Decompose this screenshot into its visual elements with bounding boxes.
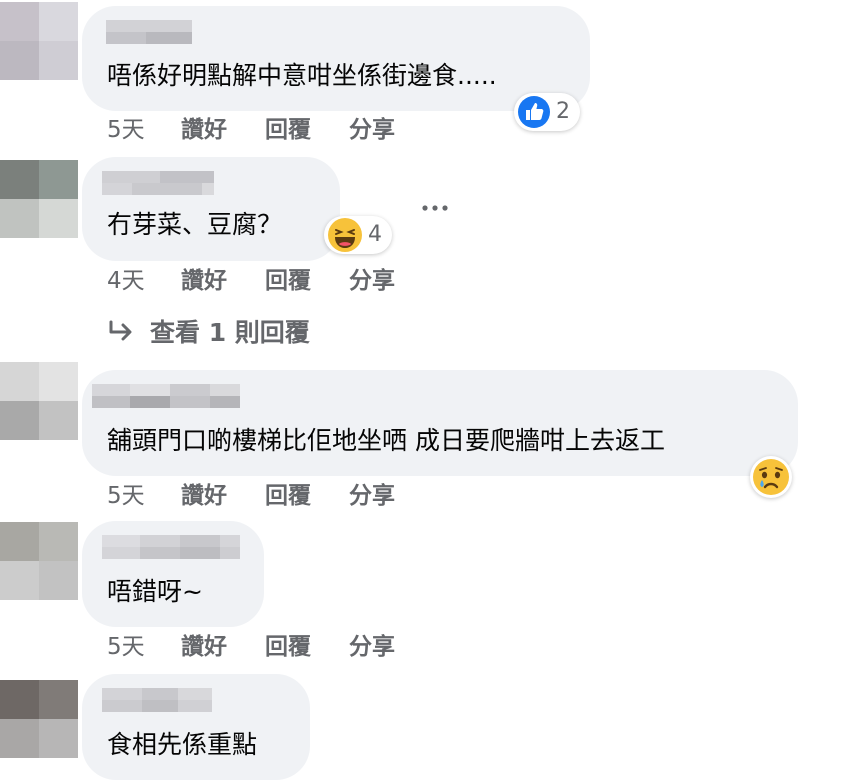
view-replies-label: 查看 1 則回覆 [150,318,310,347]
reply-arrow-icon [109,320,132,341]
reply-button[interactable]: 回覆 [265,266,311,296]
reaction-summary[interactable]: 2 [514,93,580,131]
like-button[interactable]: 讚好 [181,266,227,296]
commenter-name-blurred[interactable] [92,384,240,408]
comment-bubble: 唔係好明點解中意咁坐係街邊食..... [82,6,590,111]
comment-text: 冇芽菜、豆腐？ [107,210,283,239]
timestamp[interactable]: 5天 [107,632,145,662]
comment-text: 舖頭門口啲樓梯比佢地坐哂 成日要爬牆咁上去返工 [107,426,665,455]
reply-button[interactable]: 回覆 [265,481,311,511]
comment-bubble: 唔錯呀~ [82,521,264,627]
like-button[interactable]: 讚好 [181,115,227,145]
share-button[interactable]: 分享 [349,481,395,511]
reaction-summary[interactable]: 4 [324,216,392,254]
comment-bubble: 冇芽菜、豆腐？ [82,157,340,261]
sad-icon [753,459,789,495]
like-button[interactable]: 讚好 [181,481,227,511]
reply-button[interactable]: 回覆 [265,115,311,145]
share-button[interactable]: 分享 [349,115,395,145]
commenter-name-blurred[interactable] [102,171,214,195]
more-horizontal-icon [422,205,448,211]
avatar[interactable] [0,362,78,440]
timestamp[interactable]: 5天 [107,481,145,511]
reaction-summary[interactable] [750,456,792,498]
share-button[interactable]: 分享 [349,632,395,662]
comment-text: 唔係好明點解中意咁坐係街邊食..... [107,61,497,90]
reaction-count: 2 [556,99,570,124]
avatar[interactable] [0,522,78,600]
like-icon [518,96,550,128]
comment-text: 食相先係重點 [107,730,258,759]
avatar[interactable] [0,160,78,238]
reply-button[interactable]: 回覆 [265,632,311,662]
comment-bubble: 食相先係重點 [82,674,310,780]
avatar[interactable] [0,2,78,80]
commenter-name-blurred[interactable] [102,688,212,712]
timestamp[interactable]: 4天 [107,266,145,296]
avatar[interactable] [0,680,78,758]
commenter-name-blurred[interactable] [106,20,192,44]
timestamp[interactable]: 5天 [107,115,145,145]
comment-text: 唔錯呀~ [107,577,203,606]
share-button[interactable]: 分享 [349,266,395,296]
haha-icon [328,218,362,252]
more-options-button[interactable] [420,196,450,220]
reaction-count: 4 [368,222,382,247]
commenter-name-blurred[interactable] [102,535,240,559]
view-replies-link[interactable]: 查看 1 則回覆 [108,314,310,348]
comment-bubble: 舖頭門口啲樓梯比佢地坐哂 成日要爬牆咁上去返工 [82,370,798,476]
like-button[interactable]: 讚好 [181,632,227,662]
